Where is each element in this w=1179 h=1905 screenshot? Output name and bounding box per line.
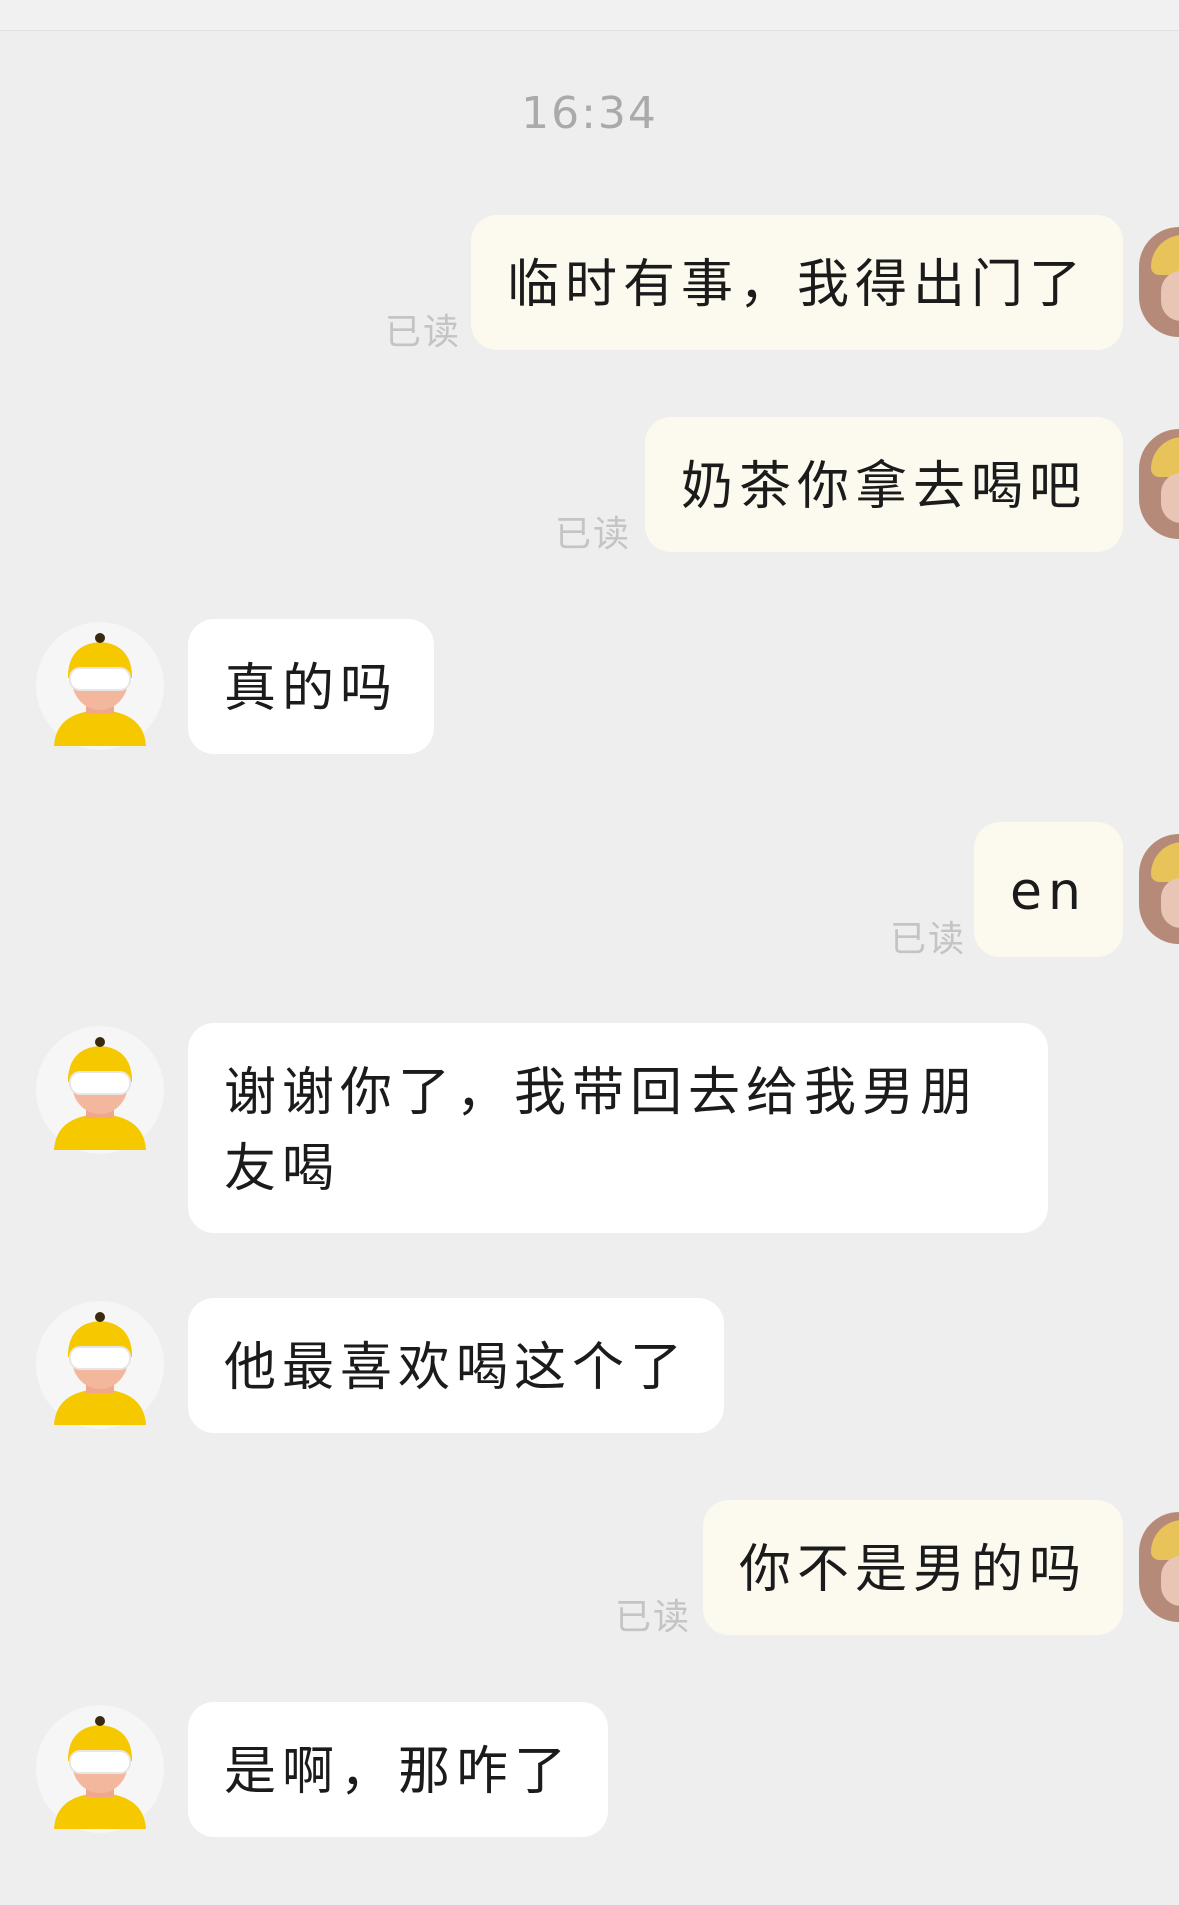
message-bubble-received[interactable]: 他最喜欢喝这个了 xyxy=(188,1298,725,1433)
cartoon-person-yellow-helmet-avatar-icon xyxy=(54,1716,146,1829)
user-avatar[interactable] xyxy=(1139,1512,1179,1622)
message-row-sent: 已读 en xyxy=(0,822,1179,960)
message-bubble-sent[interactable]: 你不是男的吗 xyxy=(702,1500,1123,1635)
user-avatar[interactable] xyxy=(1139,429,1179,539)
message-text: 临时有事，我得出门了 xyxy=(506,255,1087,315)
user-avatar[interactable] xyxy=(1139,227,1179,337)
status-bar-area xyxy=(0,0,1179,31)
message-row-sent: 已读 临时有事，我得出门了 xyxy=(0,215,1179,353)
message-row-sent: 已读 你不是男的吗 xyxy=(0,1500,1179,1638)
message-row-received: 谢谢你了，我带回去给我男朋友喝 xyxy=(0,1023,1179,1233)
cartoon-person-yellow-helmet-avatar-icon xyxy=(54,633,146,746)
cartoon-person-yellow-helmet-avatar-icon xyxy=(54,1312,146,1425)
contact-avatar[interactable] xyxy=(36,1026,164,1154)
message-row-received: 他最喜欢喝这个了 xyxy=(0,1298,1179,1433)
message-bubble-sent[interactable]: en xyxy=(974,822,1123,957)
read-receipt: 已读 xyxy=(890,919,967,960)
message-text: 真的吗 xyxy=(224,659,399,719)
message-text: 谢谢你了，我带回去给我男朋友喝 xyxy=(224,1063,979,1199)
read-receipt: 已读 xyxy=(615,1597,692,1638)
message-bubble-sent[interactable]: 奶茶你拿去喝吧 xyxy=(644,417,1123,552)
message-text: 他最喜欢喝这个了 xyxy=(224,1338,689,1398)
contact-avatar[interactable] xyxy=(36,1705,164,1833)
cartoon-person-yellow-helmet-avatar-icon xyxy=(54,1037,146,1150)
message-bubble-received[interactable]: 真的吗 xyxy=(188,619,435,754)
message-bubble-received[interactable]: 是啊，那咋了 xyxy=(188,1702,609,1837)
read-receipt: 已读 xyxy=(555,514,632,555)
message-text: 是啊，那咋了 xyxy=(224,1742,573,1802)
read-receipt: 已读 xyxy=(385,312,462,353)
message-text: 奶茶你拿去喝吧 xyxy=(680,457,1087,517)
message-row-sent: 已读 奶茶你拿去喝吧 xyxy=(0,417,1179,555)
contact-avatar[interactable] xyxy=(36,1301,164,1429)
contact-avatar[interactable] xyxy=(36,622,164,750)
message-bubble-received[interactable]: 谢谢你了，我带回去给我男朋友喝 xyxy=(188,1023,1048,1233)
message-bubble-sent[interactable]: 临时有事，我得出门了 xyxy=(470,215,1123,350)
message-text: en xyxy=(1010,862,1087,922)
message-row-received: 是啊，那咋了 xyxy=(0,1702,1179,1837)
user-avatar[interactable] xyxy=(1139,834,1179,944)
message-row-received: 真的吗 xyxy=(0,619,1179,754)
message-text: 你不是男的吗 xyxy=(738,1540,1087,1600)
message-timestamp: 16:34 xyxy=(521,88,658,139)
